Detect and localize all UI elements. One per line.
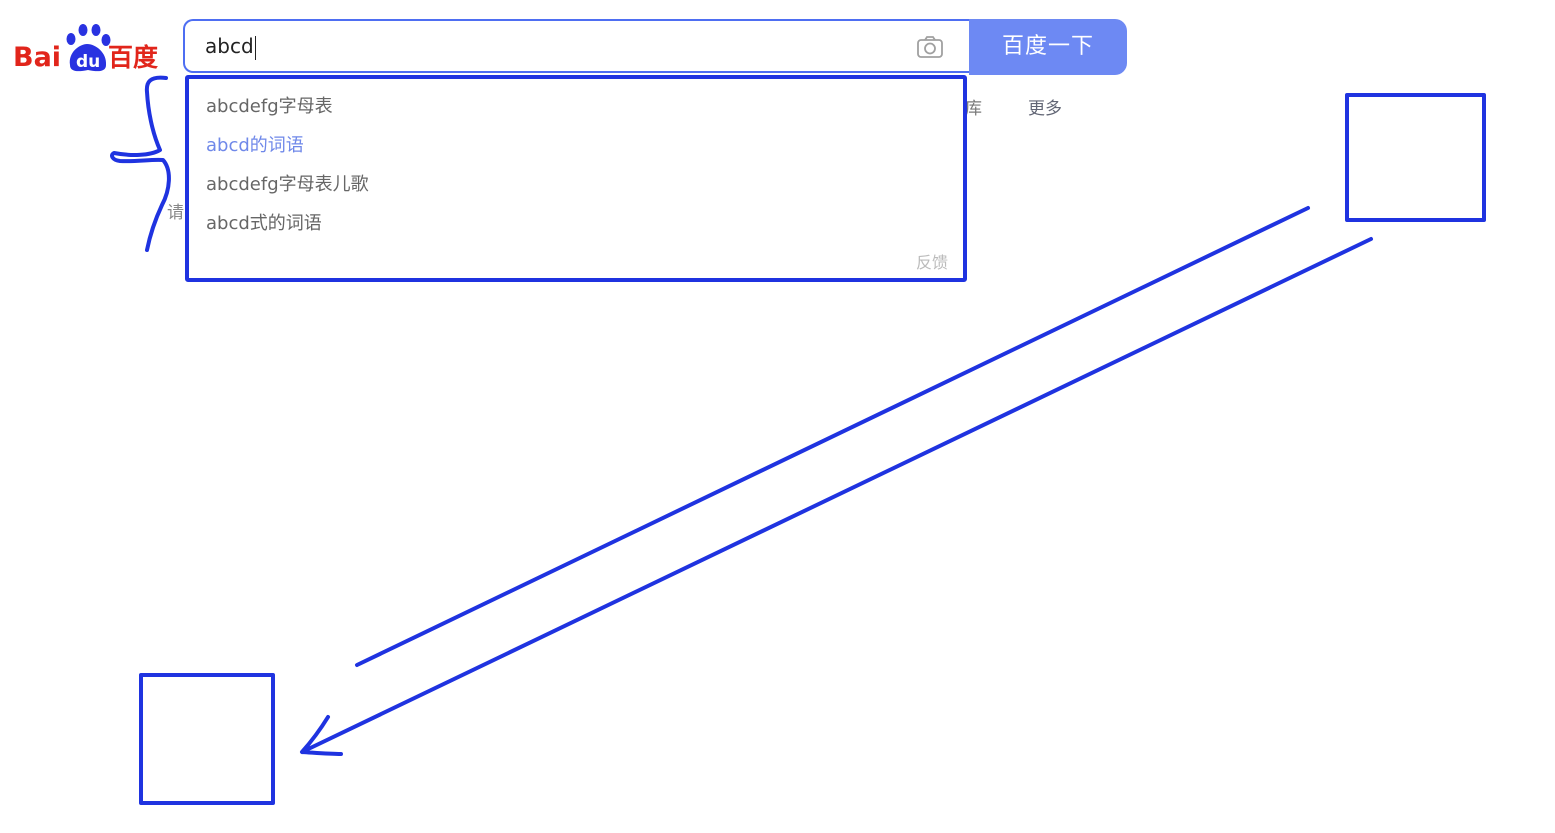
suggestion-item-active[interactable]: abcd的词语 (206, 134, 304, 158)
suggestion-item[interactable]: abcdefg字母表儿歌 (206, 173, 369, 197)
nav-item-partial[interactable]: 库 (965, 94, 982, 119)
baidu-logo[interactable]: Bai du 百度 (10, 22, 160, 74)
search-input[interactable]: abcd (205, 21, 256, 71)
text-caret (254, 35, 256, 60)
search-box[interactable]: abcd (183, 19, 969, 73)
annotation-brace (110, 75, 171, 252)
suggestion-dropdown: abcdefg字母表 abcd的词语 abcdefg字母表儿歌 abcd式的词语… (185, 75, 967, 282)
suggestion-item[interactable]: abcdefg字母表 (206, 95, 333, 119)
suggestion-item[interactable]: abcd式的词语 (206, 212, 322, 236)
search-button[interactable]: 百度一下 (969, 19, 1127, 75)
camera-icon[interactable] (915, 35, 945, 59)
annotation-rect-bottom-left (139, 673, 275, 805)
nav-item-more[interactable]: 更多 (1028, 94, 1062, 119)
feedback-link[interactable]: 反馈 (916, 249, 948, 273)
logo-text-cn: 百度 (108, 43, 158, 72)
annotation-rect-top-right (1345, 93, 1486, 222)
search-input-value: abcd (205, 34, 254, 58)
background-partial-text: 请 (167, 203, 184, 223)
annotation-arrow (300, 237, 1373, 756)
logo-text-bai: Bai (13, 42, 61, 73)
logo-text-du: du (76, 52, 100, 72)
